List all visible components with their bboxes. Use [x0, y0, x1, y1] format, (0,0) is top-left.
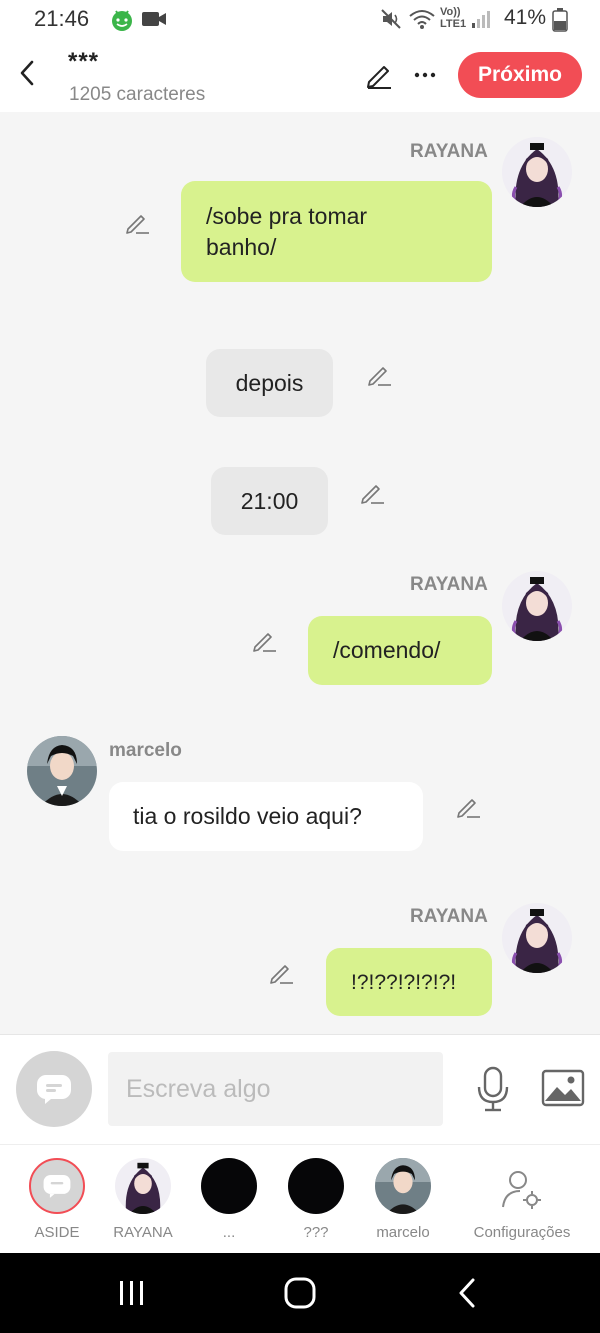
- wifi-icon: [408, 8, 436, 35]
- edit-message-icon[interactable]: [251, 628, 277, 654]
- more-options-button[interactable]: [410, 60, 440, 90]
- video-camera-icon: [141, 8, 167, 35]
- aside-icon: [29, 1158, 85, 1214]
- message-text: 21:00: [240, 487, 299, 514]
- tab-dots[interactable]: ...: [184, 1145, 274, 1254]
- back-button[interactable]: [14, 58, 42, 88]
- message-text: tia o rosildo veio aqui?: [133, 803, 362, 829]
- microphone-button[interactable]: [474, 1065, 512, 1113]
- tab-rayana[interactable]: RAYANA: [98, 1145, 188, 1254]
- microphone-icon: [477, 1066, 509, 1112]
- back-nav-button[interactable]: [450, 1275, 486, 1316]
- recents-icon: [120, 1281, 143, 1305]
- user-settings-icon: [500, 1167, 544, 1216]
- tab-label: ASIDE: [34, 1224, 80, 1241]
- tab-settings[interactable]: Configurações: [466, 1145, 578, 1254]
- marcelo-avatar: [375, 1158, 431, 1214]
- chat-bubble-icon: [37, 1075, 71, 1104]
- tab-question[interactable]: ???: [271, 1145, 361, 1254]
- sender-name: marcelo: [109, 740, 182, 761]
- message-type-button[interactable]: [16, 1051, 92, 1127]
- message-input[interactable]: [108, 1052, 443, 1126]
- message-bubble[interactable]: !?!??!?!?!?!: [326, 948, 492, 1016]
- recent-apps-button[interactable]: [114, 1275, 150, 1316]
- character-count: 1205 caracteres: [69, 84, 206, 105]
- chat-area[interactable]: RAYANA /sobe pra tomar banho/ depois 21:…: [0, 112, 600, 1034]
- edit-message-icon[interactable]: [124, 210, 150, 236]
- home-icon: [284, 1277, 316, 1309]
- edit-message-icon[interactable]: [455, 794, 481, 820]
- status-bar: 21:46 Vo)) LTE1 41%: [0, 0, 600, 38]
- marcelo-avatar-image: [27, 736, 97, 806]
- avatar-rayana[interactable]: [502, 137, 572, 207]
- avatar-rayana[interactable]: [502, 571, 572, 641]
- avatar-marcelo[interactable]: [27, 736, 97, 806]
- message-text: !?!??!?!?!?!: [351, 970, 457, 994]
- tab-label: Configurações: [473, 1224, 571, 1241]
- status-time: 21:46: [34, 6, 90, 31]
- android-face-icon: [110, 8, 134, 37]
- message-text: /comendo/: [333, 637, 441, 663]
- mute-icon: [380, 8, 402, 35]
- message-composer: [0, 1034, 600, 1144]
- edit-message-icon[interactable]: [359, 480, 385, 506]
- chevron-left-icon: [20, 60, 34, 86]
- system-nav-bar: [0, 1253, 600, 1333]
- character-tab-bar: ASIDE RAYANA ... ??? marcelo Configuraçõ…: [0, 1144, 600, 1253]
- black-avatar: [201, 1158, 257, 1214]
- pencil-icon: [367, 66, 391, 89]
- message-text-line: banho/: [206, 233, 277, 260]
- home-button[interactable]: [282, 1275, 318, 1316]
- black-avatar: [288, 1158, 344, 1214]
- more-dots-icon: [414, 72, 436, 78]
- battery-percent: 41%: [504, 6, 547, 29]
- story-title: ***: [68, 48, 100, 75]
- message-text-line: /sobe pra tomar: [206, 202, 368, 229]
- edit-button[interactable]: [364, 60, 394, 90]
- rayana-avatar-image: [502, 903, 572, 973]
- message-bubble[interactable]: /sobe pra tomar banho/: [181, 181, 492, 282]
- image-button[interactable]: [541, 1069, 585, 1107]
- tab-marcelo[interactable]: marcelo: [358, 1145, 448, 1254]
- lte-label: Vo)) LTE1: [440, 6, 467, 30]
- message-bubble[interactable]: tia o rosildo veio aqui?: [109, 782, 423, 851]
- edit-message-icon[interactable]: [268, 960, 294, 986]
- message-bubble[interactable]: /comendo/: [308, 616, 492, 685]
- avatar-rayana[interactable]: [502, 903, 572, 973]
- tab-label: RAYANA: [113, 1224, 173, 1241]
- message-bubble[interactable]: depois: [206, 349, 333, 417]
- signal-icon: [470, 8, 492, 35]
- message-text: depois: [235, 369, 304, 396]
- battery-icon: [552, 8, 568, 37]
- tab-label: marcelo: [376, 1224, 430, 1241]
- image-icon: [541, 1069, 585, 1107]
- rayana-avatar: [115, 1158, 171, 1214]
- sender-name: RAYANA: [410, 141, 488, 162]
- sender-name: RAYANA: [410, 906, 488, 927]
- next-button[interactable]: Próximo: [458, 52, 582, 98]
- chat-header: *** 1205 caracteres Próximo: [0, 38, 600, 112]
- message-bubble[interactable]: 21:00: [211, 467, 328, 535]
- rayana-avatar-image: [502, 571, 572, 641]
- sender-name: RAYANA: [410, 574, 488, 595]
- tab-label: ???: [303, 1224, 329, 1241]
- tab-label: ...: [222, 1224, 236, 1241]
- rayana-avatar-image: [502, 137, 572, 207]
- edit-message-icon[interactable]: [366, 362, 392, 388]
- back-arrow-icon: [459, 1278, 475, 1308]
- tab-aside[interactable]: ASIDE: [12, 1145, 102, 1254]
